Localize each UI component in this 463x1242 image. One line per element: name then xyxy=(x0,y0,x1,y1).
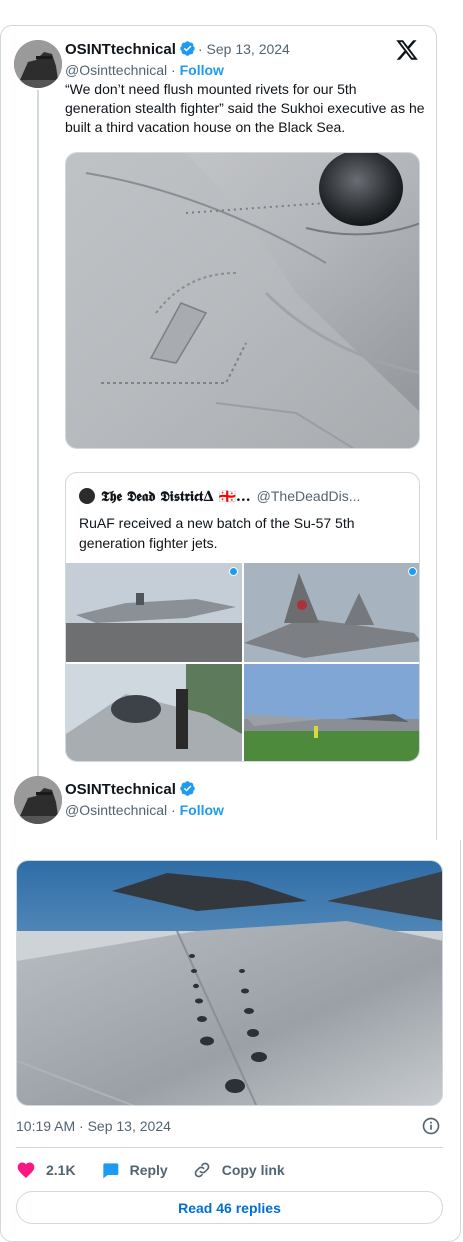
quote-header: 𝕿𝖍𝖊 𝕯𝖊𝖆𝖉 𝕯𝖎𝖘𝖙𝖗𝖎𝖈𝖙∆ 🇬🇪... @TheDeadDis... xyxy=(79,488,409,505)
gif-badge xyxy=(229,567,238,576)
author-handle: @Osinttechnical · Follow xyxy=(65,802,224,818)
reply-button[interactable]: Reply xyxy=(100,1160,168,1180)
read-replies-button[interactable]: Read 46 replies xyxy=(16,1191,443,1224)
reply-icon xyxy=(102,1163,118,1179)
author-name-text[interactable]: OSINTtechnical xyxy=(65,781,176,798)
reply-label: Reply xyxy=(129,1162,168,1178)
avatar[interactable] xyxy=(14,776,62,824)
author-name[interactable]: OSINTtechnical xyxy=(65,40,196,58)
quote-image-3[interactable] xyxy=(66,664,242,761)
author-handle: @Osinttechnical · Follow xyxy=(65,62,224,78)
post-timestamp[interactable]: 10:19 AM · Sep 13, 2024 xyxy=(16,1118,171,1134)
avatar[interactable] xyxy=(14,40,62,88)
quote-media-grid xyxy=(66,563,419,761)
tweet-text: “We don’t need flush mounted rivets for … xyxy=(65,81,425,135)
thread-line xyxy=(37,90,39,776)
quote-image-4[interactable] xyxy=(244,664,419,761)
divider xyxy=(16,1147,443,1148)
handle-separator: · xyxy=(167,62,180,78)
quote-author-handle: @TheDeadDis... xyxy=(256,488,361,504)
handle-separator: · xyxy=(167,802,180,818)
handle-text[interactable]: @Osinttechnical xyxy=(65,802,167,818)
handle-text[interactable]: @Osinttechnical xyxy=(65,62,167,78)
action-bar: 2.1K Reply Copy link xyxy=(16,1158,309,1182)
link-icon xyxy=(194,1162,210,1178)
follow-button[interactable]: Follow xyxy=(180,62,224,78)
verified-badge-icon xyxy=(180,781,195,796)
quote-text: RuAF received a new batch of the Su-57 5… xyxy=(79,515,355,551)
info-icon[interactable] xyxy=(421,1116,441,1136)
copy-link-button[interactable]: Copy link xyxy=(192,1160,285,1180)
quote-author-name: 𝕿𝖍𝖊 𝕯𝖊𝖆𝖉 𝕯𝖎𝖘𝖙𝖗𝖎𝖈𝖙∆ 🇬🇪... xyxy=(101,489,251,505)
quote-avatar xyxy=(79,488,95,504)
gif-badge xyxy=(408,567,417,576)
quote-image-2[interactable] xyxy=(244,563,419,662)
like-count: 2.1K xyxy=(46,1162,76,1178)
tweet-media-image[interactable] xyxy=(16,860,443,1106)
aircraft-closeup-image xyxy=(66,153,419,448)
quote-image-1[interactable] xyxy=(66,563,242,662)
quoted-tweet[interactable]: 𝕿𝖍𝖊 𝕯𝖊𝖆𝖉 𝕯𝖎𝖘𝖙𝖗𝖎𝖈𝖙∆ 🇬🇪... @TheDeadDis... R… xyxy=(65,472,420,762)
like-button[interactable]: 2.1K xyxy=(16,1160,76,1180)
heart-icon xyxy=(17,1162,35,1178)
tweet-media-image[interactable] xyxy=(65,152,420,449)
copy-link-label: Copy link xyxy=(221,1162,285,1178)
post-date[interactable]: · Sep 13, 2024 xyxy=(198,41,290,57)
author-name[interactable]: OSINTtechnical xyxy=(65,780,196,798)
author-name-text[interactable]: OSINTtechnical xyxy=(65,41,176,58)
verified-badge-icon xyxy=(180,41,195,56)
x-logo-icon[interactable] xyxy=(394,38,420,62)
wing-rivets-image xyxy=(17,861,442,1105)
follow-button[interactable]: Follow xyxy=(180,802,224,818)
